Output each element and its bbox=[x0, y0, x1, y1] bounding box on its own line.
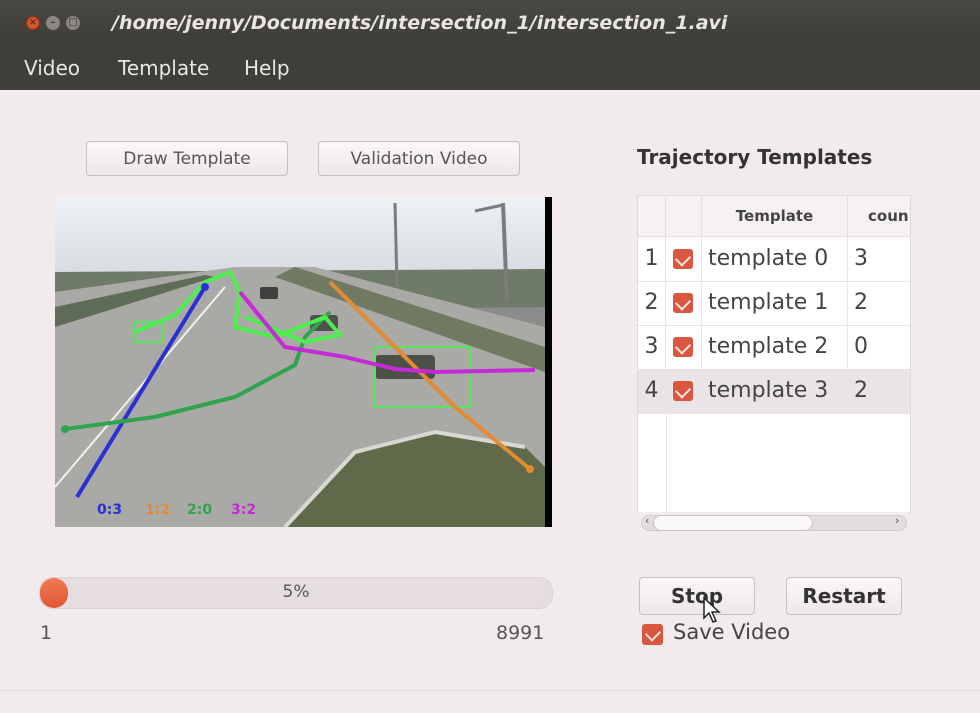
legend-2: 2:0 bbox=[187, 502, 212, 518]
frame-max: 8991 bbox=[496, 622, 545, 644]
table-row[interactable]: 1 template 0 3 bbox=[638, 237, 910, 282]
legend-3: 3:2 bbox=[231, 502, 256, 518]
row-count: 2 bbox=[854, 290, 868, 315]
scroll-thumb[interactable] bbox=[653, 515, 813, 531]
row-checkbox[interactable] bbox=[673, 381, 693, 401]
header-check bbox=[666, 196, 702, 236]
frame-min: 1 bbox=[40, 622, 53, 644]
row-index: 2 bbox=[638, 281, 666, 325]
sky bbox=[55, 197, 545, 272]
horizontal-scrollbar[interactable]: ‹ › bbox=[637, 512, 909, 534]
header-count[interactable]: coun bbox=[848, 196, 910, 236]
close-icon: × bbox=[28, 17, 38, 28]
save-video-checkbox[interactable] bbox=[642, 624, 663, 645]
templates-title: Trajectory Templates bbox=[637, 145, 873, 169]
scroll-right-icon[interactable]: › bbox=[895, 514, 899, 527]
table-row[interactable]: 3 template 2 0 bbox=[638, 325, 910, 370]
menu-template[interactable]: Template bbox=[118, 56, 209, 80]
row-checkbox[interactable] bbox=[673, 249, 693, 269]
progress-percent: 5% bbox=[282, 582, 310, 602]
close-window-button[interactable]: × bbox=[26, 16, 40, 30]
row-index: 4 bbox=[638, 369, 666, 413]
row-count: 0 bbox=[854, 334, 868, 359]
stop-button[interactable]: Stop bbox=[639, 577, 755, 615]
menu-help[interactable]: Help bbox=[244, 56, 290, 80]
row-count: 2 bbox=[854, 378, 868, 403]
video-frame[interactable]: 0:3 1:2 2:0 3:2 bbox=[55, 197, 552, 527]
row-count: 3 bbox=[854, 246, 868, 271]
legend-0: 0:3 bbox=[97, 502, 122, 518]
window-title: /home/jenny/Documents/intersection_1/int… bbox=[112, 12, 728, 34]
validation-video-button[interactable]: Validation Video bbox=[318, 141, 520, 176]
minimize-window-button[interactable]: – bbox=[46, 16, 60, 30]
menu-bar: Video Template Help bbox=[0, 46, 980, 90]
progress-slider[interactable]: 5% bbox=[39, 577, 553, 609]
header-index bbox=[638, 196, 666, 236]
table-header: Template coun bbox=[638, 196, 910, 237]
header-template[interactable]: Template bbox=[702, 196, 848, 236]
mouse-cursor-icon bbox=[703, 596, 721, 623]
templates-table: Template coun 1 template 0 3 2 template … bbox=[637, 195, 911, 513]
menu-video[interactable]: Video bbox=[24, 56, 80, 80]
divider bbox=[0, 690, 980, 691]
save-video-label[interactable]: Save Video bbox=[673, 620, 790, 644]
row-checkbox[interactable] bbox=[673, 293, 693, 313]
row-template-name: template 2 bbox=[702, 325, 848, 369]
minimize-icon: – bbox=[50, 17, 56, 28]
row-index: 1 bbox=[638, 237, 666, 281]
row-template-name: template 1 bbox=[702, 281, 848, 325]
video-scene: 0:3 1:2 2:0 3:2 bbox=[55, 197, 552, 527]
table-row[interactable]: 2 template 1 2 bbox=[638, 281, 910, 326]
maximize-window-button[interactable]: □ bbox=[66, 16, 80, 30]
maximize-icon: □ bbox=[68, 17, 78, 28]
row-template-name: template 3 bbox=[702, 369, 848, 413]
table-row-selected[interactable]: 4 template 3 2 bbox=[638, 369, 910, 414]
draw-template-button[interactable]: Draw Template bbox=[86, 141, 288, 176]
restart-button[interactable]: Restart bbox=[786, 577, 902, 615]
row-checkbox[interactable] bbox=[673, 337, 693, 357]
row-index: 3 bbox=[638, 325, 666, 369]
title-bar: × – □ /home/jenny/Documents/intersection… bbox=[0, 0, 980, 46]
row-template-name: template 0 bbox=[702, 237, 848, 281]
legend-1: 1:2 bbox=[145, 502, 170, 518]
scroll-left-icon[interactable]: ‹ bbox=[645, 514, 649, 527]
